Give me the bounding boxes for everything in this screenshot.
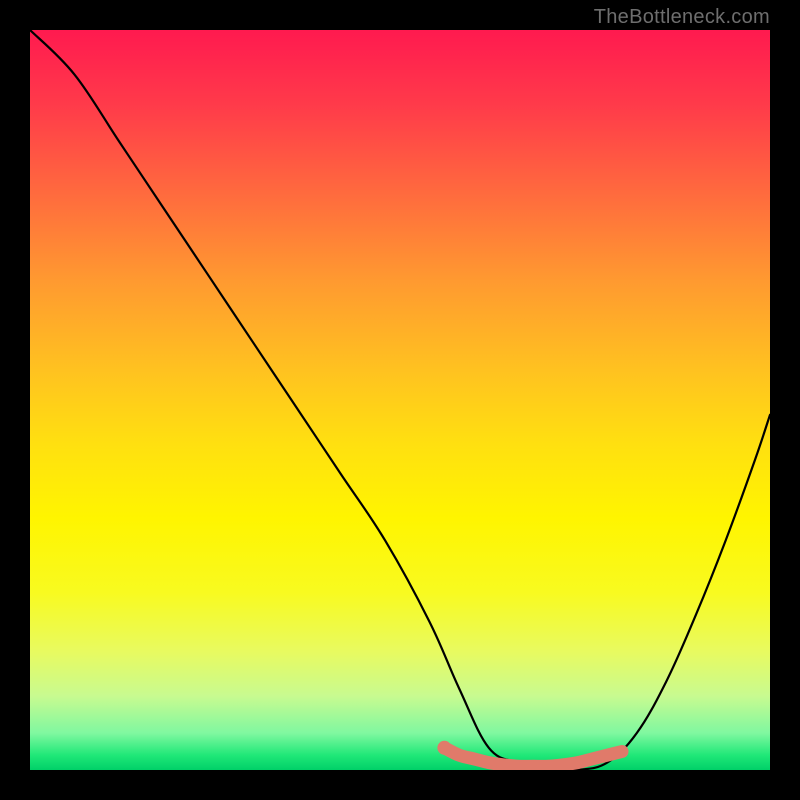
- chart-container: TheBottleneck.com: [0, 0, 800, 800]
- chart-svg: [30, 30, 770, 770]
- plot-area: [30, 30, 770, 770]
- optimal-marker-dot: [437, 741, 451, 755]
- optimal-range-highlight: [444, 748, 622, 767]
- bottleneck-curve: [30, 30, 770, 770]
- watermark-text: TheBottleneck.com: [594, 6, 770, 29]
